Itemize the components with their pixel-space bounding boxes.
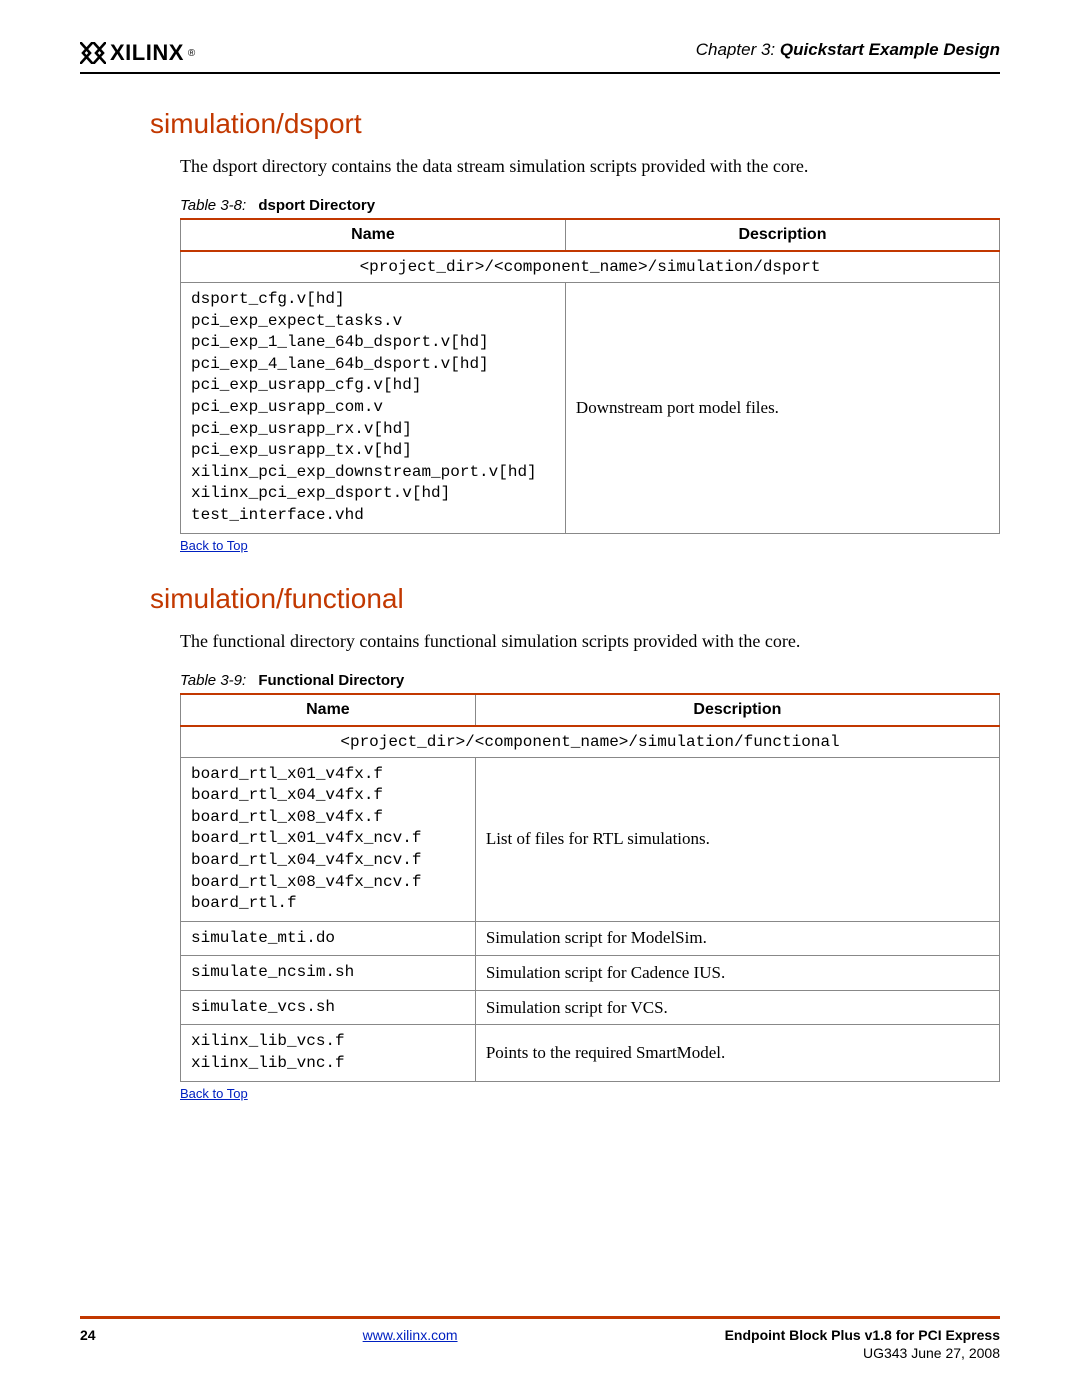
back-to-top-link[interactable]: Back to Top (180, 1086, 248, 1101)
table-row: <project_dir>/<component_name>/simulatio… (181, 726, 1000, 758)
table-row: board_rtl_x01_v4fx.f board_rtl_x04_v4fx.… (181, 757, 1000, 921)
description-cell: Downstream port model files. (565, 283, 999, 534)
path-cell: <project_dir>/<component_name>/simulatio… (181, 251, 1000, 283)
functional-directory-table: Name Description <project_dir>/<componen… (180, 693, 1000, 1082)
caption-title: Functional Directory (258, 672, 404, 689)
caption-title: dsport Directory (258, 197, 375, 214)
back-to-top-link[interactable]: Back to Top (180, 538, 248, 553)
table-row: <project_dir>/<component_name>/simulatio… (181, 251, 1000, 283)
chapter-title: Quickstart Example Design (780, 40, 1000, 59)
brand-name: XILINX (110, 40, 184, 66)
table-caption-3-8: Table 3-8: dsport Directory (180, 197, 1000, 214)
file-list: simulate_ncsim.sh (181, 956, 476, 991)
footer-url: www.xilinx.com (363, 1327, 458, 1343)
xilinx-link[interactable]: www.xilinx.com (363, 1327, 458, 1343)
dsport-intro: The dsport directory contains the data s… (180, 156, 1000, 177)
brand-logo: XILINX ® (80, 40, 196, 66)
file-list: simulate_vcs.sh (181, 990, 476, 1025)
file-list: simulate_mti.do (181, 921, 476, 956)
table-header-row: Name Description (181, 219, 1000, 251)
description-cell: List of files for RTL simulations. (475, 757, 999, 921)
caption-number: Table 3-9: (180, 672, 246, 689)
description-cell: Points to the required SmartModel. (475, 1025, 999, 1081)
logo-mark-icon (80, 42, 106, 64)
table-row: simulate_vcs.sh Simulation script for VC… (181, 990, 1000, 1025)
col-name: Name (181, 219, 566, 251)
product-title: Endpoint Block Plus v1.8 for PCI Express (725, 1327, 1000, 1343)
path-cell: <project_dir>/<component_name>/simulatio… (181, 726, 1000, 758)
col-description: Description (565, 219, 999, 251)
page-footer: 24 www.xilinx.com Endpoint Block Plus v1… (80, 1316, 1000, 1361)
dsport-directory-table: Name Description <project_dir>/<componen… (180, 218, 1000, 534)
col-description: Description (475, 694, 999, 726)
chapter-prefix: Chapter 3: (696, 40, 780, 59)
table-row: simulate_ncsim.sh Simulation script for … (181, 956, 1000, 991)
description-cell: Simulation script for VCS. (475, 990, 999, 1025)
page-number: 24 (80, 1327, 96, 1343)
description-cell: Simulation script for ModelSim. (475, 921, 999, 956)
table-caption-3-9: Table 3-9: Functional Directory (180, 672, 1000, 689)
chapter-label: Chapter 3: Quickstart Example Design (696, 40, 1000, 60)
file-list: board_rtl_x01_v4fx.f board_rtl_x04_v4fx.… (181, 757, 476, 921)
table-row: simulate_mti.do Simulation script for Mo… (181, 921, 1000, 956)
description-cell: Simulation script for Cadence IUS. (475, 956, 999, 991)
file-list: xilinx_lib_vcs.f xilinx_lib_vnc.f (181, 1025, 476, 1081)
section-heading-functional: simulation/functional (80, 583, 1000, 615)
section-heading-dsport: simulation/dsport (80, 108, 1000, 140)
registered-mark: ® (188, 48, 196, 59)
doc-id: UG343 June 27, 2008 (725, 1345, 1000, 1361)
footer-right: Endpoint Block Plus v1.8 for PCI Express… (725, 1327, 1000, 1361)
col-name: Name (181, 694, 476, 726)
table-row: xilinx_lib_vcs.f xilinx_lib_vnc.f Points… (181, 1025, 1000, 1081)
caption-number: Table 3-8: (180, 197, 246, 214)
page-header: XILINX ® Chapter 3: Quickstart Example D… (80, 40, 1000, 74)
table-row: dsport_cfg.v[hd] pci_exp_expect_tasks.v … (181, 283, 1000, 534)
table-header-row: Name Description (181, 694, 1000, 726)
file-list: dsport_cfg.v[hd] pci_exp_expect_tasks.v … (181, 283, 566, 534)
functional-intro: The functional directory contains functi… (180, 631, 1000, 652)
